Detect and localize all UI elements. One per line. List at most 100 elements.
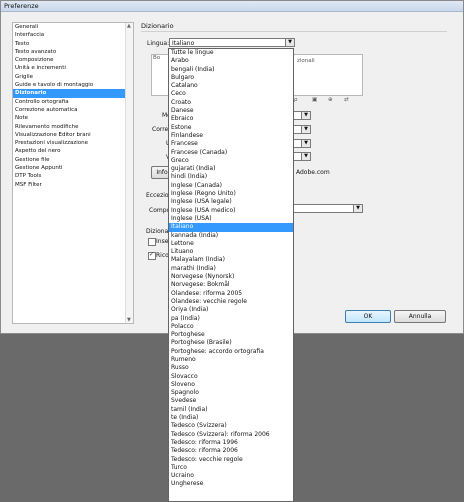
checkmark-icon: ✓ [149, 251, 155, 258]
language-option[interactable]: Turco [169, 464, 293, 472]
sidebar-item[interactable]: Gestione file [13, 156, 133, 164]
language-option[interactable]: gujarati (India) [169, 165, 293, 173]
remove-dictionary-icon[interactable]: ⊕ [328, 97, 333, 103]
mode-chevron-icon[interactable]: ▼ [301, 112, 310, 119]
window-title: Preferenze [4, 2, 39, 10]
language-option[interactable]: Oriya (India) [169, 306, 293, 314]
language-option[interactable]: Portoghese [169, 331, 293, 339]
sidebar-item[interactable]: Note [13, 114, 133, 122]
language-option[interactable]: Estone [169, 124, 293, 132]
language-option[interactable]: Lituano [169, 248, 293, 256]
language-option[interactable]: Inglese (USA legale) [169, 198, 293, 206]
sidebar-item[interactable]: Generali [13, 23, 133, 31]
relink-icon[interactable]: ⇄ [344, 97, 349, 103]
language-option[interactable]: Malayalam (India) [169, 256, 293, 264]
add-dictionary-icon[interactable]: ▣ [312, 97, 317, 103]
sidebar-item[interactable]: Interfaccia [13, 31, 133, 39]
language-option[interactable]: Tedesco: riforma 2006 [169, 447, 293, 455]
chevron-down-icon[interactable]: ▼ [285, 39, 294, 46]
language-option[interactable]: Inglese (Regno Unito) [169, 190, 293, 198]
u-select-edge[interactable]: ▼ [293, 139, 311, 148]
language-option[interactable]: Svedese [169, 397, 293, 405]
sidebar-item[interactable]: Aspetto del nero [13, 147, 133, 155]
sidebar-item[interactable]: Unità e incrementi [13, 64, 133, 72]
language-option[interactable]: Inglese (USA) [169, 215, 293, 223]
language-option[interactable]: Sloveno [169, 381, 293, 389]
language-option[interactable]: Inglese (Canada) [169, 182, 293, 190]
sidebar-item[interactable]: Correzione automatica [13, 106, 133, 114]
recompose-checkbox[interactable]: ✓ [148, 251, 156, 260]
sidebar-item[interactable]: Visualizzazione Editor brani [13, 131, 133, 139]
language-option[interactable]: Italiano [169, 223, 293, 232]
language-option[interactable]: te (India) [169, 414, 293, 422]
cancel-button[interactable]: Annulla [394, 310, 446, 323]
language-option[interactable]: Polacco [169, 323, 293, 331]
sidebar-item[interactable]: Griglie [13, 73, 133, 81]
language-option[interactable]: Slovacco [169, 373, 293, 381]
v-chevron-icon[interactable]: ▼ [301, 153, 310, 160]
sidebar-item[interactable]: Dizionario [13, 89, 133, 98]
compose-select-edge[interactable]: ▼ [293, 204, 363, 213]
language-option[interactable]: Ucraino [169, 472, 293, 480]
language-option[interactable]: Ebraico [169, 115, 293, 123]
language-option[interactable]: hindi (India) [169, 173, 293, 181]
language-option[interactable]: Russo [169, 364, 293, 372]
language-select[interactable]: Italiano ▼ [169, 38, 295, 47]
scroll-up-icon[interactable]: ▲ [127, 23, 131, 29]
scroll-down-icon[interactable]: ▼ [127, 317, 131, 323]
language-option[interactable]: Tedesco (Svizzera): riforma 2006 [169, 431, 293, 439]
language-option[interactable]: Danese [169, 107, 293, 115]
correction-chevron-icon[interactable]: ▼ [301, 126, 310, 133]
correction-select-edge[interactable]: ▼ [293, 125, 311, 134]
language-option[interactable]: Spagnolo [169, 389, 293, 397]
compose-chevron-icon[interactable]: ▼ [353, 205, 362, 212]
adobe-link[interactable]: Adobe.com [296, 169, 330, 176]
u-chevron-icon[interactable]: ▼ [301, 140, 310, 147]
language-option[interactable]: Catalano [169, 82, 293, 90]
language-option[interactable]: Olandese: riforma 2005 [169, 290, 293, 298]
language-option[interactable]: tamil (India) [169, 406, 293, 414]
language-option[interactable]: Rumeno [169, 356, 293, 364]
language-option[interactable]: bengali (India) [169, 66, 293, 74]
language-option[interactable]: marathi (India) [169, 265, 293, 273]
language-option[interactable]: Tedesco (Svizzera) [169, 422, 293, 430]
language-option[interactable]: Greco [169, 157, 293, 165]
language-option[interactable]: kannada (India) [169, 232, 293, 240]
sidebar-item[interactable]: Composizione [13, 56, 133, 64]
language-option[interactable]: Inglese (USA medico) [169, 207, 293, 215]
sidebar-item[interactable]: Testo avanzato [13, 48, 133, 56]
language-option[interactable]: Norvegese: Bokmål [169, 281, 293, 289]
sidebar-item[interactable]: Gestione Appunti [13, 164, 133, 172]
language-option[interactable]: Ceco [169, 90, 293, 98]
language-option[interactable]: Olandese: vecchie regole [169, 298, 293, 306]
ok-button[interactable]: OK [345, 310, 391, 323]
insert-checkbox[interactable] [148, 238, 156, 246]
sidebar-item[interactable]: Prestazioni visualizzazione [13, 139, 133, 147]
sidebar-item[interactable]: Controllo ortografia [13, 98, 133, 106]
sidebar-item[interactable]: Guide e tavolo di montaggio [13, 81, 133, 89]
language-option[interactable]: Norvegese (Nynorsk) [169, 273, 293, 281]
sidebar-item[interactable]: Rilevamento modifiche [13, 123, 133, 131]
language-option[interactable]: Tutte le lingue [169, 49, 293, 57]
language-option[interactable]: Lettone [169, 240, 293, 248]
language-option[interactable]: Ungherese [169, 480, 293, 488]
mode-select-edge[interactable]: ▼ [293, 111, 311, 120]
language-dropdown-list[interactable]: Tutte le lingue Arabo bengali (India) Bulga… [168, 48, 294, 502]
sidebar-item[interactable]: MSF Filter [13, 181, 133, 189]
sidebar-scrollbar[interactable]: ▲ ▼ [125, 23, 133, 323]
language-option[interactable]: Tedesco: vecchie regole [169, 456, 293, 464]
language-option[interactable]: Francese (Canada) [169, 149, 293, 157]
language-option[interactable]: Finlandese [169, 132, 293, 140]
v-select-edge[interactable]: ▼ [293, 152, 311, 161]
language-option[interactable]: Portoghese: accordo ortografia [169, 348, 293, 356]
language-option[interactable]: Francese [169, 140, 293, 148]
language-option[interactable]: Portoghese (Brasile) [169, 339, 293, 347]
language-option[interactable]: Tedesco: riforma 1996 [169, 439, 293, 447]
language-option[interactable]: Croato [169, 99, 293, 107]
sidebar-item[interactable]: DTP Tools [13, 172, 133, 180]
language-option[interactable]: Bulgaro [169, 74, 293, 82]
language-option[interactable]: pa (India) [169, 315, 293, 323]
column-header-suffix: zionali [297, 58, 315, 64]
language-option[interactable]: Arabo [169, 57, 293, 65]
sidebar-item[interactable]: Testo [13, 40, 133, 48]
